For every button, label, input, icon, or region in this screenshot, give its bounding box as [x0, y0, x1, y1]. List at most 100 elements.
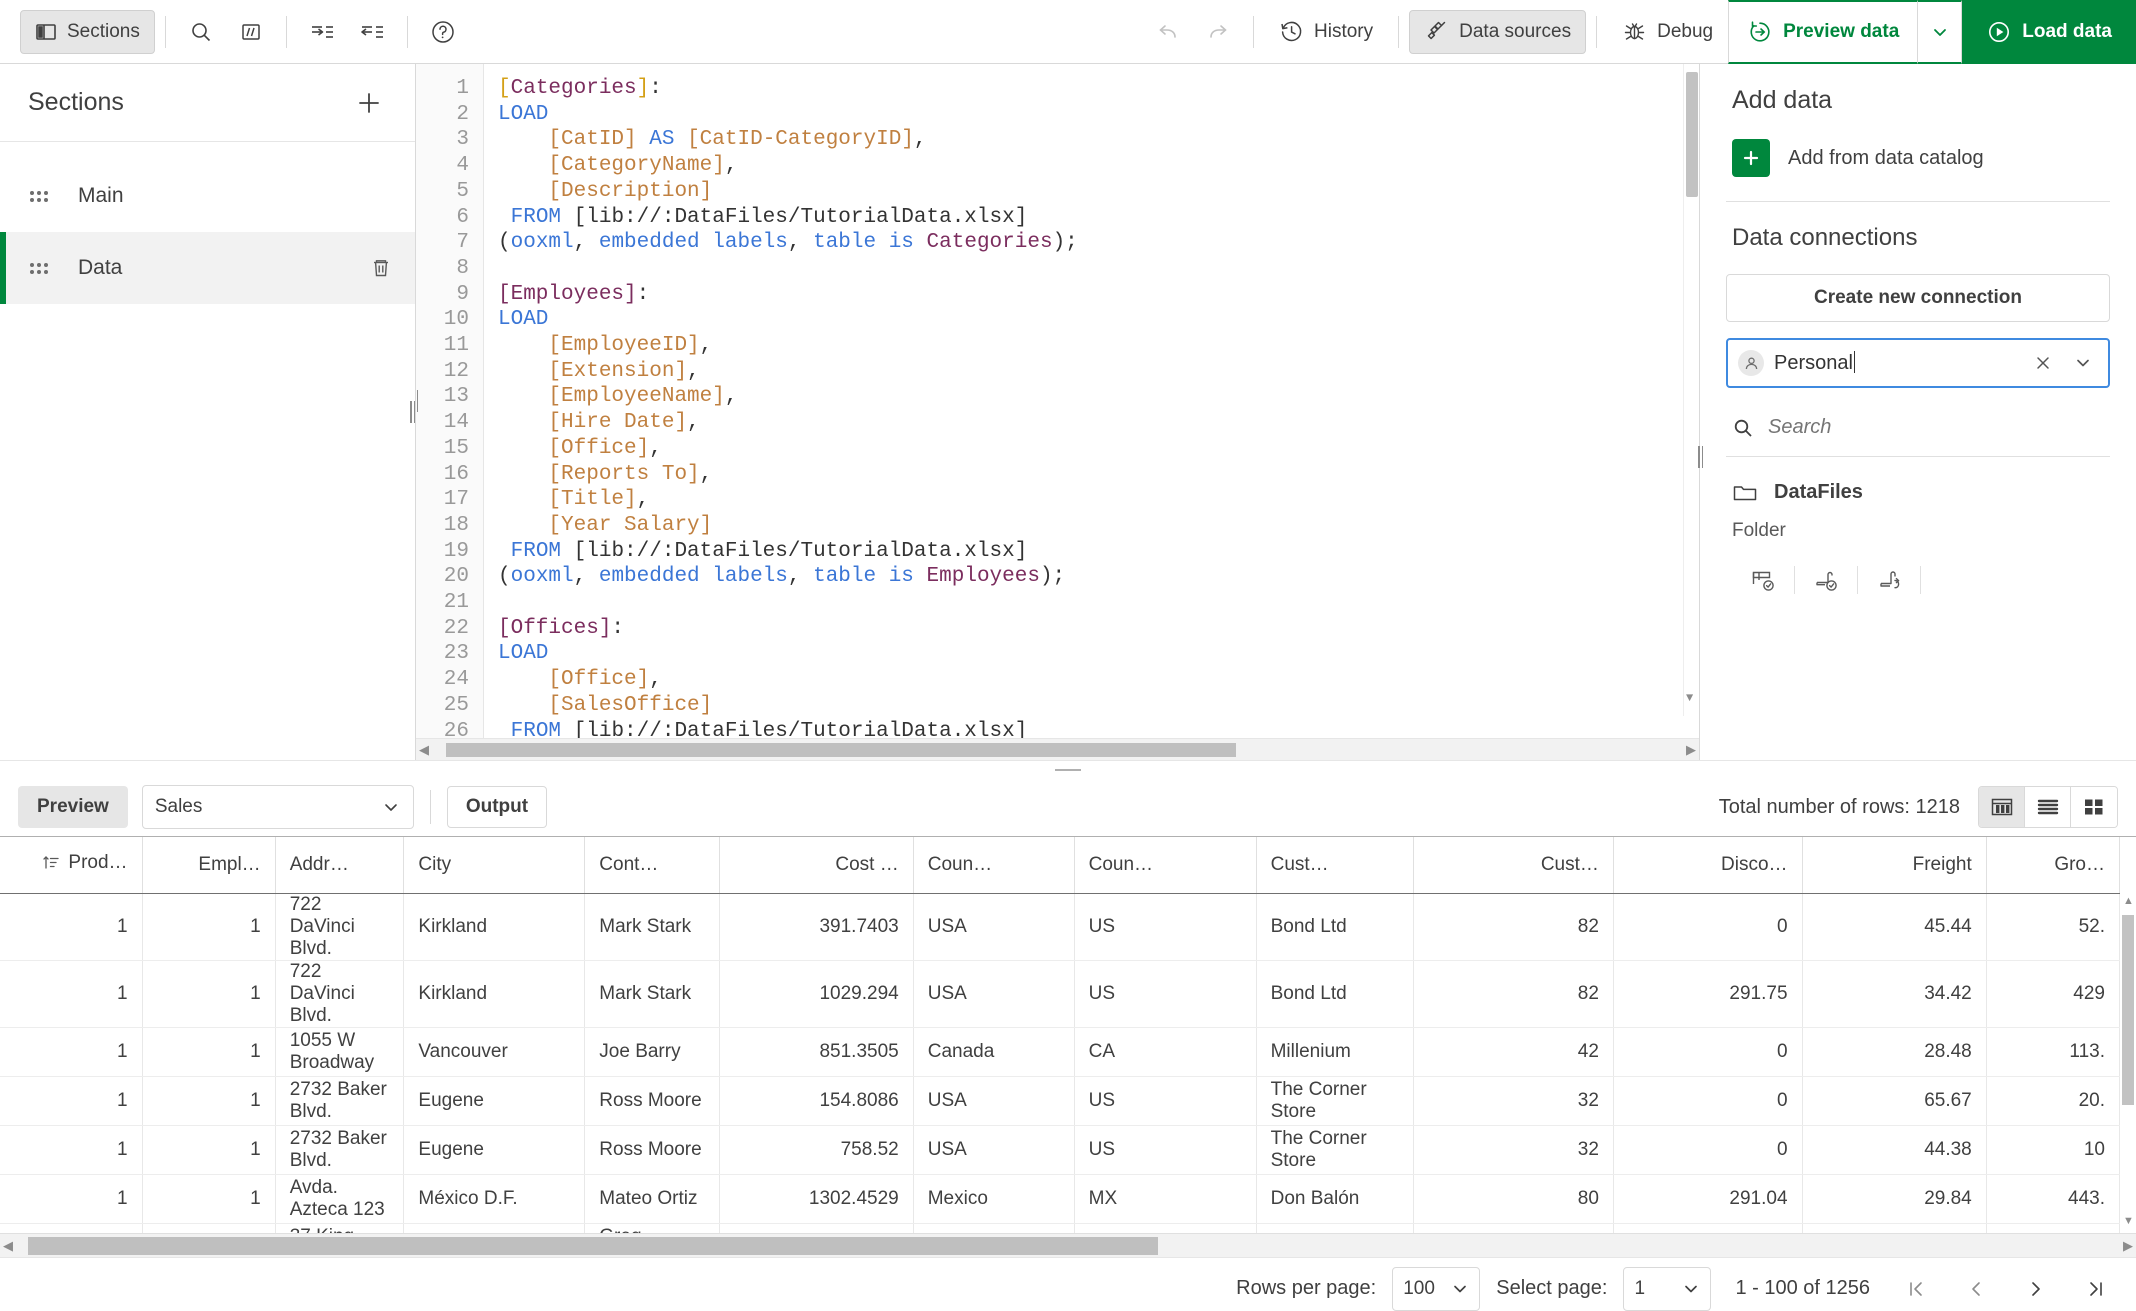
- code-line[interactable]: [Office],: [498, 436, 1699, 462]
- table-column-header[interactable]: Addr…: [275, 837, 405, 894]
- table-cell[interactable]: Avda. Azteca 123: [275, 1174, 405, 1224]
- select-data-icon[interactable]: [1732, 558, 1794, 602]
- table-cell[interactable]: 1: [0, 893, 143, 961]
- next-page-icon[interactable]: [2014, 1267, 2058, 1311]
- table-cell[interactable]: 722 DaVinci Blvd.: [275, 893, 405, 961]
- select-page-select[interactable]: 1: [1623, 1266, 1712, 1311]
- preview-data-button[interactable]: Preview data: [1728, 0, 1919, 64]
- table-column-header[interactable]: Coun…: [1074, 837, 1257, 894]
- help-button[interactable]: [418, 10, 468, 54]
- table-cell[interactable]: 53.: [1986, 1223, 2121, 1233]
- table-cell[interactable]: USA: [913, 1076, 1075, 1126]
- table-cell[interactable]: 32: [1413, 1076, 1614, 1126]
- editor-scroll-right-arrow[interactable]: ▶: [1683, 742, 1699, 758]
- clear-icon[interactable]: [2028, 354, 2058, 372]
- code-line[interactable]: [Employees]:: [498, 282, 1699, 308]
- table-cell[interactable]: Eugene: [403, 1076, 586, 1126]
- table-column-header[interactable]: Cont…: [584, 837, 720, 894]
- editor-vertical-scrollbar[interactable]: ▼: [1683, 64, 1699, 716]
- table-vertical-scrollbar[interactable]: ▲ ▼: [2120, 837, 2136, 1233]
- table-cell[interactable]: 391.7403: [719, 893, 914, 961]
- editor-resize-handle[interactable]: [416, 390, 418, 412]
- table-column-header[interactable]: Cust…: [1256, 837, 1415, 894]
- outdent-button[interactable]: [347, 10, 397, 54]
- drag-handle-icon[interactable]: [30, 262, 52, 274]
- table-cell[interactable]: Mexico: [913, 1174, 1075, 1224]
- prev-page-icon[interactable]: [1954, 1267, 1998, 1311]
- table-cell[interactable]: 80: [1413, 1174, 1614, 1224]
- preview-table-select[interactable]: Sales: [141, 785, 414, 829]
- table-column-header[interactable]: Cust…: [1413, 837, 1614, 894]
- table-cell[interactable]: 52.: [1986, 893, 2121, 961]
- connection-filter-value[interactable]: Personal: [1774, 351, 2018, 375]
- table-cell[interactable]: 32: [1413, 1125, 1614, 1175]
- table-column-header[interactable]: Cost …: [719, 837, 914, 894]
- load-data-button[interactable]: Load data: [1962, 0, 2136, 64]
- table-cell[interactable]: Greg Thatcher: [584, 1223, 720, 1233]
- table-cell[interactable]: 1: [142, 1125, 276, 1175]
- connection-search-row[interactable]: [1726, 406, 2110, 450]
- table-cell[interactable]: 1: [0, 1174, 143, 1224]
- table-cell[interactable]: 1: [142, 893, 276, 961]
- table-column-header[interactable]: Gro…: [1986, 837, 2121, 894]
- table-cell[interactable]: Canada: [913, 1027, 1075, 1077]
- table-cell[interactable]: Eugene: [403, 1125, 586, 1175]
- editor-hscroll-thumb[interactable]: [446, 742, 1236, 757]
- insert-script-icon[interactable]: [1795, 558, 1857, 602]
- table-column-header[interactable]: Freight: [1802, 837, 1987, 894]
- table-cell[interactable]: 35.17: [1802, 1223, 1987, 1233]
- table-cell[interactable]: USA: [913, 893, 1075, 961]
- table-column-header[interactable]: Empl…: [142, 837, 276, 894]
- table-cell[interactable]: 291.04: [1613, 1174, 1803, 1224]
- indent-button[interactable]: [297, 10, 347, 54]
- table-view-icon[interactable]: [1979, 787, 2025, 827]
- redo-button[interactable]: [1193, 10, 1243, 54]
- first-page-icon[interactable]: [1894, 1267, 1938, 1311]
- code-line[interactable]: [Reports To],: [498, 462, 1699, 488]
- code-line[interactable]: [Hire Date],: [498, 410, 1699, 436]
- table-column-header[interactable]: Prod…: [0, 837, 143, 894]
- table-cell[interactable]: 82: [1413, 893, 1614, 961]
- connection-search-input[interactable]: [1768, 416, 1968, 439]
- table-cell[interactable]: Vancouver: [403, 1027, 586, 1077]
- table-cell[interactable]: 1: [0, 1027, 143, 1077]
- table-cell[interactable]: 10: [1986, 1125, 2121, 1175]
- table-cell[interactable]: 1029.294: [719, 960, 914, 1028]
- table-cell[interactable]: 1: [0, 1223, 143, 1233]
- table-scroll-down-arrow[interactable]: ▼: [2123, 1215, 2134, 1227]
- table-row[interactable]: 1 1 722 DaVinci Blvd. Kirkland Mark Stark 391…: [0, 893, 2121, 961]
- table-cell[interactable]: US: [1074, 960, 1257, 1028]
- table-hscroll-thumb[interactable]: [28, 1237, 1158, 1255]
- table-cell[interactable]: 1: [0, 1076, 143, 1126]
- table-cell[interactable]: 429: [1986, 960, 2121, 1028]
- chevron-down-icon[interactable]: [2068, 354, 2098, 372]
- table-cell[interactable]: 34.42: [1802, 960, 1987, 1028]
- table-cell[interactable]: Ross Moore: [584, 1125, 720, 1175]
- table-cell[interactable]: Luton: [403, 1223, 586, 1233]
- table-cell[interactable]: 0: [1613, 1076, 1803, 1126]
- data-sources-button[interactable]: Data sources: [1409, 9, 1587, 54]
- table-cell[interactable]: 2: [142, 1223, 276, 1233]
- sections-toggle-button[interactable]: Sections: [20, 9, 155, 54]
- table-cell[interactable]: 113.: [1986, 1027, 2121, 1077]
- table-row[interactable]: 1 1 2732 Baker Blvd. Eugene Ross Moore 154.80…: [0, 1076, 2121, 1126]
- code-line[interactable]: [SalesOffice]: [498, 693, 1699, 719]
- table-cell[interactable]: Ross Moore: [584, 1076, 720, 1126]
- code-line[interactable]: [Offices]:: [498, 616, 1699, 642]
- table-cell[interactable]: 1: [142, 1027, 276, 1077]
- code-line[interactable]: (ooxml, embedded labels, table is Employ…: [498, 564, 1699, 590]
- add-data-panel-resize-handle[interactable]: [1698, 446, 1703, 468]
- table-cell[interactable]: Mateo Ortiz: [584, 1174, 720, 1224]
- table-row[interactable]: 1 1 1055 W Broadway Vancouver Joe Barry 851.3…: [0, 1027, 2121, 1077]
- add-from-data-catalog-button[interactable]: Add from data catalog: [1726, 139, 2110, 177]
- table-cell[interactable]: Joe Barry: [584, 1027, 720, 1077]
- code-line[interactable]: [498, 256, 1699, 282]
- table-cell[interactable]: MX: [1074, 1174, 1257, 1224]
- table-cell[interactable]: México D.F.: [403, 1174, 586, 1224]
- script-code-area[interactable]: [Categories]: LOAD [CatID] AS [CatID-Cate…: [484, 64, 1699, 738]
- code-line[interactable]: LOAD: [498, 307, 1699, 333]
- drag-handle-icon[interactable]: [30, 190, 52, 202]
- add-section-button[interactable]: [351, 85, 387, 121]
- table-cell[interactable]: 851.3505: [719, 1027, 914, 1077]
- code-line[interactable]: [Categories]:: [498, 76, 1699, 102]
